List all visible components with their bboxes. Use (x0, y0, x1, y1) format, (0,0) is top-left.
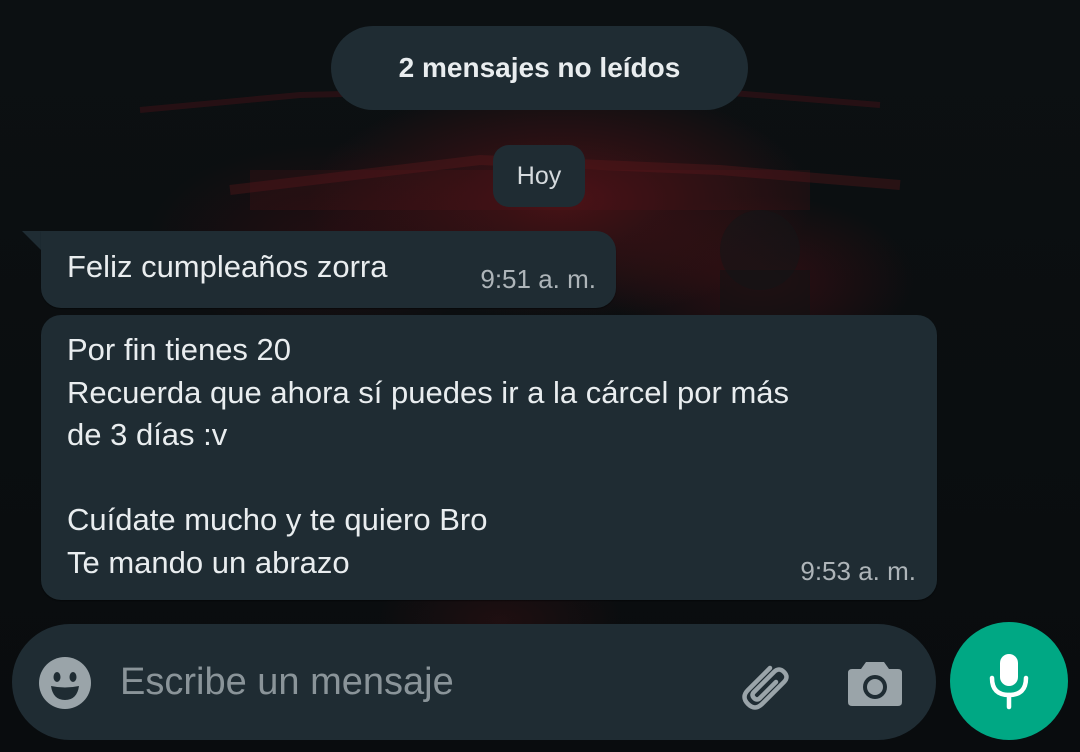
message-composer (12, 624, 936, 740)
message-line: Por fin tienes 20 (67, 332, 292, 367)
message-tail (22, 231, 42, 251)
message-line: Cuídate mucho y te quiero Bro (67, 502, 488, 537)
unread-messages-banner: 2 mensajes no leídos (331, 26, 748, 110)
emoji-icon[interactable] (38, 656, 92, 710)
message-line: Te mando un abrazo (67, 544, 350, 580)
camera-icon[interactable] (844, 654, 906, 712)
date-separator: Hoy (493, 145, 585, 207)
message-timestamp: 9:51 a. m. (480, 264, 596, 294)
message-line: de 3 días :v (67, 417, 228, 452)
message-text: Feliz cumpleaños zorra (67, 249, 388, 284)
message-timestamp: 9:53 a. m. (800, 556, 916, 586)
message-line: Recuerda que ahora sí puedes ir a la cár… (67, 374, 790, 410)
incoming-message-bubble[interactable]: Feliz cumpleaños zorra 9:51 a. m. (41, 231, 616, 308)
chat-screen: 2 mensajes no leídos Hoy Feliz cumpleaño… (0, 0, 1080, 752)
message-text: Por fin tienes 20 Recuerda que ahora sí … (67, 329, 789, 584)
microphone-icon[interactable] (950, 622, 1068, 740)
incoming-message-bubble[interactable]: Por fin tienes 20 Recuerda que ahora sí … (41, 315, 937, 600)
message-input[interactable] (120, 654, 710, 710)
paperclip-icon[interactable] (730, 654, 794, 718)
message-line (67, 457, 789, 500)
